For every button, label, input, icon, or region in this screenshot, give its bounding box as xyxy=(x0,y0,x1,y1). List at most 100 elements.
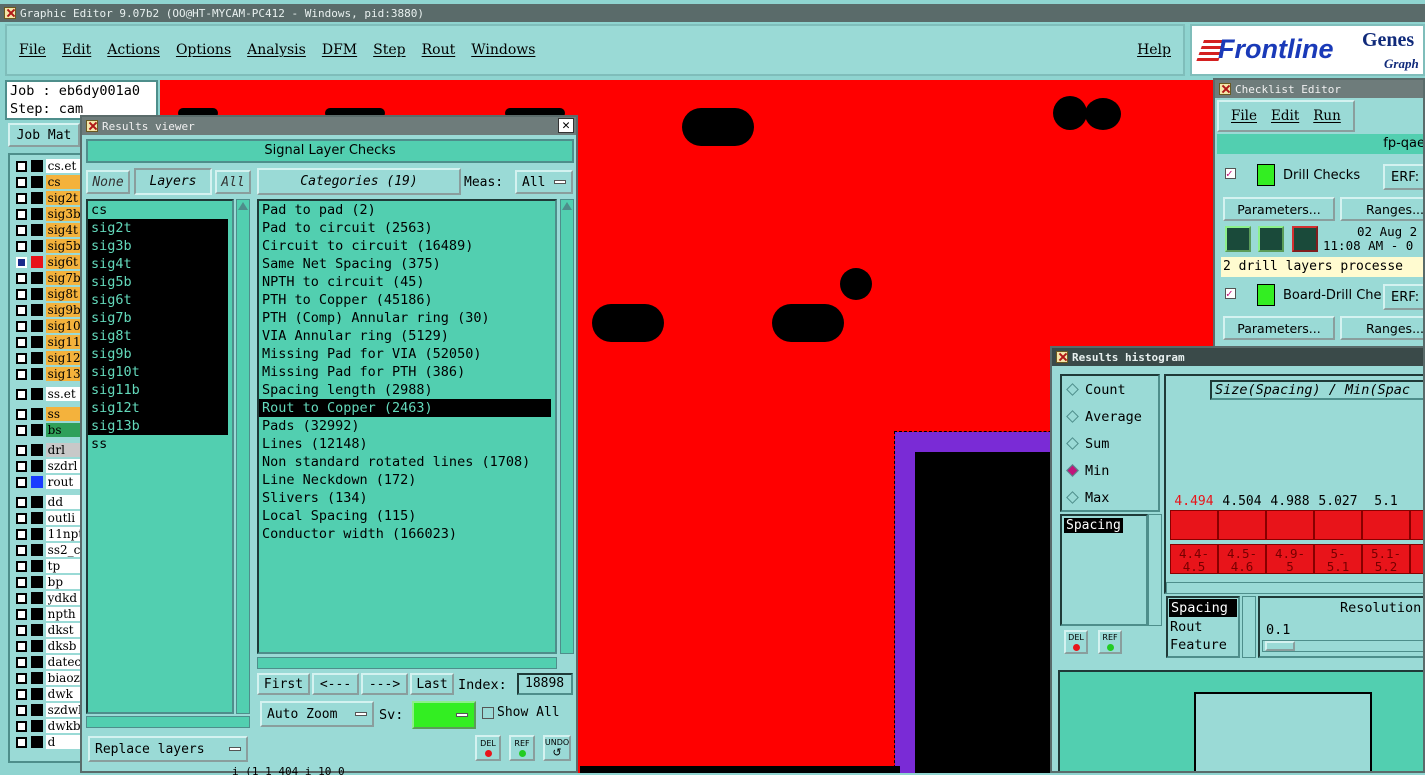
category-item[interactable]: Line Neckdown (172) xyxy=(259,471,555,489)
layer-list-item[interactable]: sig7b xyxy=(88,309,228,327)
layer-color-swatch[interactable] xyxy=(30,592,43,604)
board-drill-checkbox[interactable]: ✓ xyxy=(1225,288,1236,299)
menu-file[interactable]: File xyxy=(19,42,46,58)
layer-checkbox[interactable] xyxy=(16,672,27,684)
category-item[interactable]: Same Net Spacing (375) xyxy=(259,255,555,273)
layer-row[interactable]: bs xyxy=(10,422,81,438)
layer-color-swatch[interactable] xyxy=(30,672,43,684)
layer-color-swatch[interactable] xyxy=(30,336,43,348)
layer-name[interactable]: npth xyxy=(45,607,81,621)
menu-dfm[interactable]: DFM xyxy=(322,42,357,58)
layer-color-swatch[interactable] xyxy=(30,544,43,556)
layer-color-swatch[interactable] xyxy=(30,424,43,436)
menu-windows[interactable]: Windows xyxy=(471,42,535,58)
drill-parameters-button[interactable]: Parameters... xyxy=(1223,197,1335,221)
category-item[interactable]: Non standard rotated lines (1708) xyxy=(259,453,555,471)
layer-name[interactable]: sig5b xyxy=(45,239,81,253)
layer-checkbox[interactable] xyxy=(16,560,27,572)
layer-row[interactable]: 11npt xyxy=(10,526,81,542)
histogram-hscrollbar[interactable] xyxy=(1166,582,1423,594)
layer-list-item[interactable]: ss xyxy=(88,435,232,453)
mode-radio-sum[interactable]: Sum xyxy=(1062,430,1158,457)
layer-row[interactable]: sig7b xyxy=(10,270,81,286)
layer-color-swatch[interactable] xyxy=(30,656,43,668)
layer-checkbox[interactable] xyxy=(16,368,27,380)
layer-name[interactable]: ss xyxy=(45,407,81,421)
lower-list-item[interactable]: Spacing xyxy=(1169,599,1237,617)
layer-row[interactable]: datec xyxy=(10,654,81,670)
results-viewer-title-bar[interactable]: Results viewer xyxy=(82,117,576,135)
layer-name[interactable]: rout xyxy=(45,475,81,489)
layer-checkbox[interactable] xyxy=(16,528,27,540)
layer-name[interactable]: ydkd xyxy=(45,591,81,605)
layer-checkbox[interactable] xyxy=(16,688,27,700)
layer-name[interactable]: bp xyxy=(45,575,81,589)
layer-row[interactable]: sig4t xyxy=(10,222,81,238)
drill-ranges-button[interactable]: Ranges... xyxy=(1340,197,1423,221)
layer-name[interactable]: sig7b xyxy=(45,271,81,285)
layer-checkbox[interactable] xyxy=(16,288,27,300)
layer-color-swatch[interactable] xyxy=(30,460,43,472)
layer-checkbox[interactable] xyxy=(16,388,27,400)
layer-checkbox[interactable] xyxy=(16,192,27,204)
category-item[interactable]: Circuit to circuit (16489) xyxy=(259,237,555,255)
layer-list-item[interactable]: cs xyxy=(88,201,232,219)
menu-edit[interactable]: Edit xyxy=(62,42,91,58)
layer-list-item[interactable]: sig9b xyxy=(88,345,228,363)
layer-row[interactable]: ss2_c xyxy=(10,542,81,558)
checklist-title-bar[interactable]: Checklist Editor xyxy=(1215,80,1423,98)
layer-color-swatch[interactable] xyxy=(30,208,43,220)
category-item[interactable]: Spacing length (2988) xyxy=(259,381,555,399)
layer-name[interactable]: sig11b xyxy=(45,335,81,349)
layer-color-swatch[interactable] xyxy=(30,720,43,732)
layer-row[interactable]: sig8t xyxy=(10,286,81,302)
category-item[interactable]: VIA Annular ring (5129) xyxy=(259,327,555,345)
layer-row[interactable]: dwkby xyxy=(10,718,81,734)
histogram-bar[interactable] xyxy=(1410,510,1423,540)
histogram-bar[interactable] xyxy=(1170,510,1218,540)
layer-list-item[interactable]: sig5b xyxy=(88,273,228,291)
layer-checkbox[interactable] xyxy=(16,640,27,652)
layer-row[interactable]: sig12t xyxy=(10,350,81,366)
layer-color-swatch[interactable] xyxy=(30,352,43,364)
layer-row[interactable]: sig11b xyxy=(10,334,81,350)
next-button[interactable]: ---> xyxy=(361,673,408,695)
layer-row[interactable]: d xyxy=(10,734,81,750)
slider-thumb[interactable] xyxy=(1265,641,1295,651)
none-button[interactable]: None xyxy=(86,170,130,194)
layer-row[interactable]: tp xyxy=(10,558,81,574)
layer-row[interactable]: dkst xyxy=(10,622,81,638)
layer-checkbox[interactable] xyxy=(16,704,27,716)
histogram-bar[interactable] xyxy=(1314,510,1362,540)
layer-checkbox[interactable] xyxy=(16,496,27,508)
layer-row[interactable]: biaoz xyxy=(10,670,81,686)
layer-color-swatch[interactable] xyxy=(30,388,43,400)
layer-name[interactable]: datec xyxy=(45,655,81,669)
layer-color-swatch[interactable] xyxy=(30,320,43,332)
mode-radio-min[interactable]: Min xyxy=(1062,457,1158,484)
layer-row[interactable]: sig10t xyxy=(10,318,81,334)
layer-list-item[interactable]: sig12t xyxy=(88,399,228,417)
layer-name[interactable]: sig9b xyxy=(45,303,81,317)
layer-name[interactable]: dwkby xyxy=(45,719,81,733)
layer-list-item[interactable]: sig8t xyxy=(88,327,228,345)
scroll-up-icon[interactable] xyxy=(562,202,572,210)
layer-row[interactable]: sig9b xyxy=(10,302,81,318)
layer-name[interactable]: tp xyxy=(45,559,81,573)
layer-name[interactable]: bs xyxy=(45,423,81,437)
last-button[interactable]: Last xyxy=(410,673,454,695)
layer-color-swatch[interactable] xyxy=(30,176,43,188)
checklist-menu-edit[interactable]: Edit xyxy=(1271,108,1299,124)
layer-color-swatch[interactable] xyxy=(30,560,43,572)
layer-name[interactable]: dd xyxy=(45,495,81,509)
layer-name[interactable]: dkst xyxy=(45,623,81,637)
layer-color-swatch[interactable] xyxy=(30,304,43,316)
histogram-list-item[interactable]: Spacing xyxy=(1064,518,1123,533)
hist-ref-button[interactable]: REF xyxy=(1098,630,1122,654)
layer-color-swatch[interactable] xyxy=(30,288,43,300)
hist-del-button[interactable]: DEL xyxy=(1064,630,1088,654)
mode-radio-count[interactable]: Count xyxy=(1062,376,1158,403)
category-item[interactable]: Pad to pad (2) xyxy=(259,201,555,219)
layer-row[interactable]: dksb xyxy=(10,638,81,654)
layer-row[interactable]: drl xyxy=(10,442,81,458)
